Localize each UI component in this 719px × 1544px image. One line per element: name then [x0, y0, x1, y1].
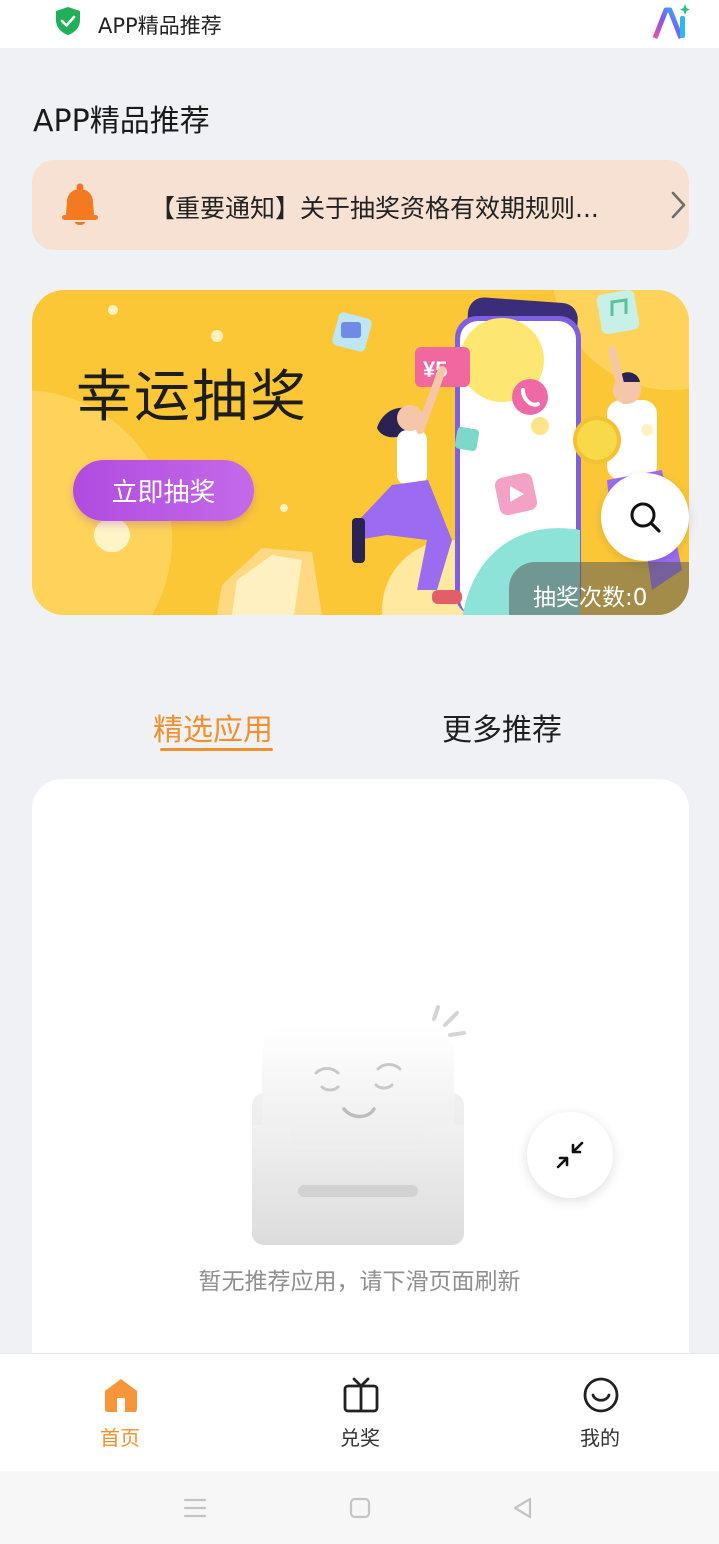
collapse-button[interactable]	[527, 1112, 613, 1198]
tab-more-recommendations[interactable]: 更多推荐	[442, 705, 562, 749]
empty-state-message: 暂无推荐应用，请下滑页面刷新	[198, 1269, 521, 1295]
active-tab-indicator	[160, 748, 273, 751]
nav-label-home: 首页	[100, 1426, 140, 1450]
search-button[interactable]	[601, 473, 689, 561]
nav-item-mine[interactable]: 我的	[540, 1354, 660, 1471]
page-title: APP精品推荐	[33, 104, 210, 139]
tv-gift-icon	[343, 1377, 379, 1413]
draw-now-button[interactable]: 立即抽奖	[73, 460, 254, 521]
banner-headline: 幸运抽奖	[76, 365, 308, 430]
draw-count-badge: 抽奖次数:0	[509, 562, 689, 615]
app-bar-title: APP精品推荐	[98, 14, 222, 38]
empty-box-illustration	[252, 1005, 466, 1245]
tab-featured-apps[interactable]: 精选应用	[153, 705, 273, 749]
top-app-bar: APP精品推荐	[0, 0, 719, 48]
home-square-icon[interactable]	[349, 1497, 371, 1519]
ai-assistant-icon[interactable]	[650, 2, 692, 42]
nav-item-home[interactable]: 首页	[60, 1354, 180, 1471]
system-navigation-bar	[0, 1471, 719, 1544]
lucky-draw-banner[interactable]: ¥5 幸运抽奖 立即抽奖 抽奖次数:0	[32, 290, 689, 615]
nav-label-mine: 我的	[580, 1426, 620, 1450]
notice-text: 【重要通知】关于抽奖资格有效期规则...	[150, 194, 599, 223]
home-icon	[105, 1379, 137, 1412]
search-icon	[630, 502, 661, 533]
chevron-right-icon	[671, 191, 686, 219]
bottom-navigation: 首页 兑奖 我的	[0, 1353, 719, 1471]
important-notice-bar[interactable]: 【重要通知】关于抽奖资格有效期规则...	[32, 160, 689, 250]
smiley-icon	[583, 1377, 619, 1413]
menu-icon[interactable]	[183, 1497, 207, 1519]
bell-icon	[62, 183, 98, 225]
nav-label-redeem: 兑奖	[340, 1426, 380, 1450]
collapse-arrows-icon	[556, 1141, 584, 1169]
back-icon[interactable]	[511, 1497, 533, 1519]
nav-item-redeem[interactable]: 兑奖	[300, 1354, 420, 1471]
shield-icon	[56, 7, 80, 35]
